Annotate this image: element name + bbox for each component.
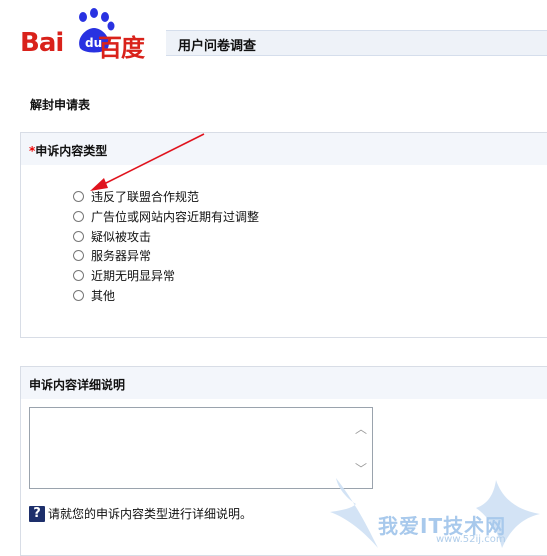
radio-label: 服务器异常 <box>91 249 152 264</box>
logo-text-bai: Bai <box>20 28 64 58</box>
annotation-arrow-icon <box>90 133 205 191</box>
question-icon: ? <box>29 505 45 522</box>
watermark-url: www.52ij.com <box>436 534 506 545</box>
radio-button[interactable] <box>73 289 84 301</box>
baidu-logo: Bai du 百度 <box>18 8 158 62</box>
page-title: 用户问卷调查 <box>178 39 257 54</box>
radio-button[interactable] <box>73 211 84 223</box>
radio-label: 近期无明显异常 <box>91 269 176 284</box>
logo-text-baidu-cn: 百度 <box>98 34 145 62</box>
complaint-type-options: 违反了联盟合作规范 广告位或网站内容近期有过调整 疑似被攻击 服务器异常 近期无… <box>73 187 259 305</box>
complaint-detail-textarea[interactable]: ︿ ﹀ <box>29 407 373 489</box>
radio-option-no-anomaly[interactable]: 近期无明显异常 <box>73 266 259 286</box>
radio-option-suspected-attack[interactable]: 疑似被攻击 <box>73 226 259 246</box>
complaint-detail-label: 申诉内容详细说明 <box>29 378 126 392</box>
help-text: 请就您的申诉内容类型进行详细说明。 <box>48 507 253 521</box>
radio-button[interactable] <box>73 230 84 242</box>
radio-option-other[interactable]: 其他 <box>73 285 259 305</box>
help-hint: ? 请就您的申诉内容类型进行详细说明。 <box>29 505 252 522</box>
radio-option-server-error[interactable]: 服务器异常 <box>73 246 259 266</box>
form-title: 解封申请表 <box>30 98 91 112</box>
complaint-detail-header: 申诉内容详细说明 <box>21 367 547 399</box>
scroll-up-icon[interactable]: ︿ <box>354 422 368 436</box>
radio-option-content-adjusted[interactable]: 广告位或网站内容近期有过调整 <box>73 207 259 227</box>
radio-label: 疑似被攻击 <box>91 229 152 244</box>
radio-label: 其他 <box>91 288 116 303</box>
radio-button[interactable] <box>73 270 84 282</box>
watermark: 我爱IT技术网 www.52ij.com <box>326 474 547 552</box>
radio-label: 广告位或网站内容近期有过调整 <box>91 210 260 225</box>
radio-button[interactable] <box>73 250 84 262</box>
header-bar: 用户问卷调查 <box>166 30 547 56</box>
